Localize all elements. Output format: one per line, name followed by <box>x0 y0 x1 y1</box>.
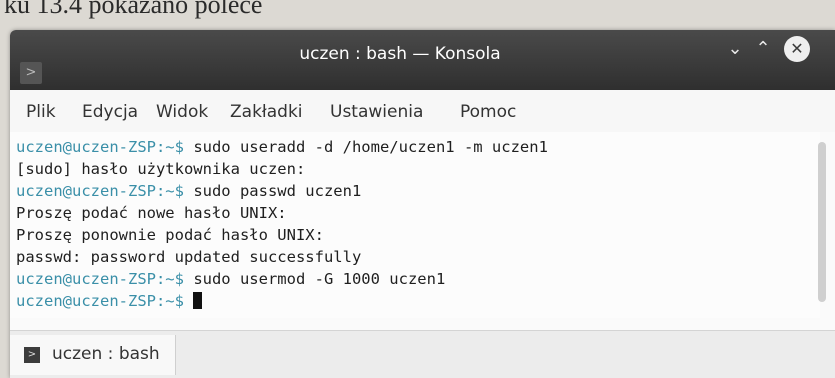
konsole-window: > uczen : bash — Konsola ⌄ ⌃ ✕ Plik Edyc… <box>10 30 835 378</box>
output-text: Proszę podać nowe hasło UNIX: <box>16 204 287 222</box>
terminal-line: uczen@uczen-ZSP:~$ sudo usermod -G 1000 … <box>16 270 445 288</box>
text-cursor <box>193 292 203 309</box>
tab-bar: > uczen : bash <box>10 330 835 378</box>
terminal-line: Proszę podać nowe hasło UNIX: <box>16 204 287 222</box>
output-text: [sudo] hasło użytkownika uczen: <box>16 160 306 178</box>
terminal-line: uczen@uczen-ZSP:~$ sudo passwd uczen1 <box>16 182 361 200</box>
command-text: sudo passwd uczen1 <box>183 182 362 200</box>
output-text: Proszę ponownie podać hasło UNIX: <box>16 226 324 244</box>
menu-zakladki[interactable]: Zakładki <box>230 102 303 122</box>
shell-prompt: uczen@uczen-ZSP:~$ <box>16 292 184 310</box>
menu-edycja[interactable]: Edycja <box>82 102 138 122</box>
shell-prompt: uczen@uczen-ZSP:~$ <box>16 182 184 200</box>
terminal-output[interactable]: uczen@uczen-ZSP:~$ sudo useradd -d /home… <box>10 132 820 318</box>
output-text: passwd: password updated successfully <box>16 248 362 266</box>
minimize-icon[interactable]: ⌄ <box>724 38 746 60</box>
title-bar[interactable]: > uczen : bash — Konsola ⌄ ⌃ ✕ <box>10 30 835 90</box>
book-caption-fragment: ku 13.4 pokazano polece <box>4 0 263 19</box>
menu-bar: Plik Edycja Widok Zakładki Ustawienia Po… <box>10 90 835 132</box>
command-text: sudo usermod -G 1000 uczen1 <box>183 270 446 288</box>
window-title: uczen : bash — Konsola <box>299 44 501 64</box>
menu-widok[interactable]: Widok <box>156 102 208 122</box>
terminal-app-icon[interactable]: > <box>20 62 42 84</box>
terminal-icon: > <box>24 347 40 363</box>
vertical-scrollbar[interactable] <box>818 142 826 302</box>
terminal-line: passwd: password updated successfully <box>16 248 361 266</box>
tab-uczen-bash[interactable]: > uczen : bash <box>10 335 176 375</box>
menu-ustawienia[interactable]: Ustawienia <box>330 102 423 122</box>
menu-plik[interactable]: Plik <box>26 102 56 122</box>
close-icon[interactable]: ✕ <box>784 36 810 62</box>
maximize-icon[interactable]: ⌃ <box>752 38 774 60</box>
shell-prompt: uczen@uczen-ZSP:~$ <box>16 138 184 156</box>
terminal-line: uczen@uczen-ZSP:~$ <box>16 292 203 310</box>
terminal-line: [sudo] hasło użytkownika uczen: <box>16 160 305 178</box>
menu-pomoc[interactable]: Pomoc <box>460 102 516 122</box>
command-text: sudo useradd -d /home/uczen1 -m uczen1 <box>183 138 548 156</box>
photo-page: ku 13.4 pokazano polece > uczen : bash —… <box>0 0 835 378</box>
terminal-line: Proszę ponownie podać hasło UNIX: <box>16 226 324 244</box>
command-text <box>184 292 193 310</box>
shell-prompt: uczen@uczen-ZSP:~$ <box>16 270 184 288</box>
tab-label: uczen : bash <box>52 344 160 364</box>
terminal-line: uczen@uczen-ZSP:~$ sudo useradd -d /home… <box>16 138 548 156</box>
